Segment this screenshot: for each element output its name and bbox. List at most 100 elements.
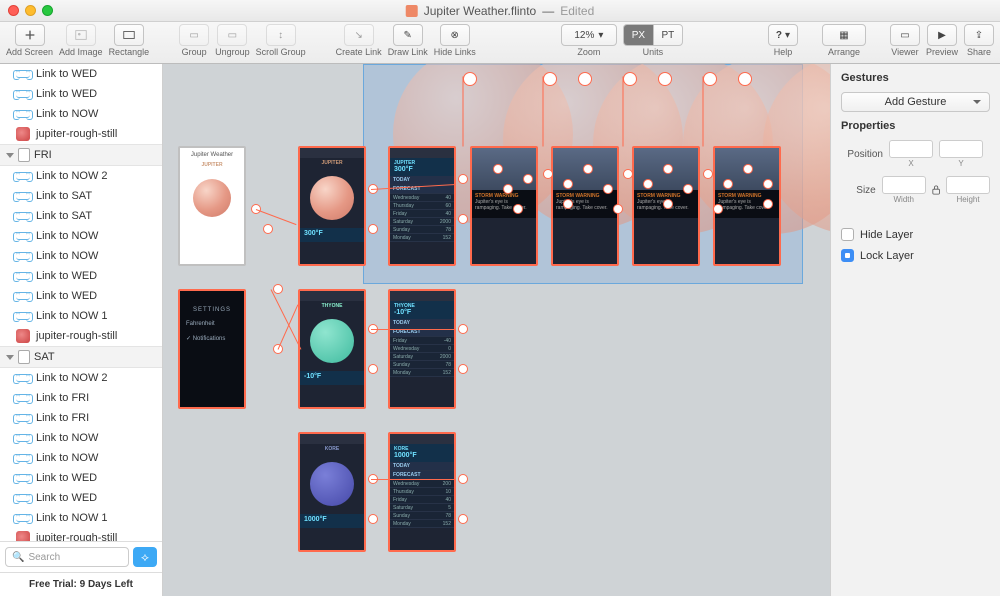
arrange-button[interactable]: ▦ (822, 24, 866, 46)
list-item[interactable]: Link to SAT (0, 206, 162, 226)
units-pt-button[interactable]: PT (653, 24, 683, 46)
link-node[interactable] (643, 179, 653, 189)
card-kore[interactable]: Kore KORE 1000°F (298, 432, 366, 552)
card-kore-detail[interactable]: Kore Det… KORE1000°F TODAYFORECASTWednes… (388, 432, 456, 552)
link-node[interactable] (543, 169, 553, 179)
link-node[interactable] (513, 204, 523, 214)
search-input[interactable]: 🔍Search (5, 547, 129, 567)
link-node[interactable] (458, 174, 468, 184)
link-node[interactable] (623, 169, 633, 179)
hide-layer-checkbox[interactable]: Hide Layer (841, 228, 990, 241)
list-item[interactable]: Link to NOW 1 (0, 508, 162, 528)
link-node[interactable] (658, 72, 672, 86)
list-item[interactable]: Link to NOW (0, 428, 162, 448)
link-node[interactable] (743, 164, 753, 174)
layer-tree[interactable]: Link to WEDLink to WEDLink to NOWjupiter… (0, 64, 162, 541)
link-node[interactable] (583, 164, 593, 174)
link-node[interactable] (458, 364, 468, 374)
link-node[interactable] (613, 204, 623, 214)
link-node[interactable] (578, 72, 592, 86)
create-link-button[interactable]: ↘ (344, 24, 374, 46)
link-node[interactable] (763, 179, 773, 189)
list-item[interactable]: Link to SAT (0, 186, 162, 206)
hide-links-button[interactable]: ⊗ (440, 24, 470, 46)
list-item[interactable]: Link to WED (0, 488, 162, 508)
link-node[interactable] (503, 184, 513, 194)
list-item[interactable]: Link to NOW 1 (0, 306, 162, 326)
card-thyone-f[interactable]: Thyone-f… THYONE-10°F TODAYFORECASTFrida… (388, 289, 456, 409)
link-node[interactable] (493, 164, 503, 174)
link-node[interactable] (263, 224, 273, 234)
link-node[interactable] (458, 214, 468, 224)
list-item[interactable]: Link to WED (0, 64, 162, 84)
card-jupiter-detail[interactable]: Jupiter-d… JUPITER300°F TODAYFORECASTWed… (388, 146, 456, 266)
link-node[interactable] (623, 72, 637, 86)
group-button[interactable]: ▭ (179, 24, 209, 46)
list-item[interactable]: jupiter-rough-still (0, 124, 162, 144)
link-node[interactable] (563, 179, 573, 189)
link-node[interactable] (723, 179, 733, 189)
list-item[interactable]: Link to FRI (0, 388, 162, 408)
list-item[interactable]: Link to NOW (0, 104, 162, 124)
link-node[interactable] (703, 169, 713, 179)
size-height-input[interactable] (946, 176, 990, 194)
link-node[interactable] (463, 72, 477, 86)
link-node[interactable] (603, 184, 613, 194)
rectangle-button[interactable] (114, 24, 144, 46)
canvas[interactable]: ⌂ Welcome Jupiter Weather JUPITER Jupite… (163, 64, 830, 596)
link-node[interactable] (663, 199, 673, 209)
close-icon[interactable] (8, 5, 19, 16)
list-item[interactable]: Link to NOW 2 (0, 166, 162, 186)
link-node[interactable] (703, 72, 717, 86)
list-item[interactable]: jupiter-rough-still (0, 326, 162, 346)
list-item[interactable]: Link to WED (0, 266, 162, 286)
group-header[interactable]: FRI (0, 144, 162, 166)
minimize-icon[interactable] (25, 5, 36, 16)
position-x-input[interactable] (889, 140, 933, 158)
list-item[interactable]: Link to FRI (0, 408, 162, 428)
link-node[interactable] (273, 284, 283, 294)
units-px-button[interactable]: PX (623, 24, 653, 46)
lock-icon[interactable] (932, 184, 940, 196)
list-item[interactable]: Link to NOW (0, 246, 162, 266)
link-node[interactable] (458, 514, 468, 524)
link-node[interactable] (458, 324, 468, 334)
link-node[interactable] (763, 199, 773, 209)
filter-links-button[interactable]: ⟡ (133, 547, 157, 567)
help-button[interactable]: ?▾ (768, 24, 798, 46)
link-node[interactable] (368, 224, 378, 234)
viewer-button[interactable]: ▭ (890, 24, 920, 46)
link-node[interactable] (523, 174, 533, 184)
maximize-icon[interactable] (42, 5, 53, 16)
link-node[interactable] (738, 72, 752, 86)
zoom-select[interactable]: 12% ▾ (561, 24, 617, 46)
lock-layer-checkbox[interactable]: Lock Layer (841, 249, 990, 262)
add-image-button[interactable] (66, 24, 96, 46)
list-item[interactable]: Link to NOW 2 (0, 368, 162, 388)
add-screen-button[interactable] (15, 24, 45, 46)
list-item[interactable]: jupiter-rough-still (0, 528, 162, 541)
link-node[interactable] (713, 204, 723, 214)
group-header[interactable]: SAT (0, 346, 162, 368)
list-item[interactable]: Link to WED (0, 84, 162, 104)
card-jupiter-home[interactable]: Jupiter-home JUPITER 300°F (298, 146, 366, 266)
add-gesture-button[interactable]: Add Gesture (841, 92, 990, 112)
ungroup-button[interactable]: ▭ (217, 24, 247, 46)
list-item[interactable]: Link to WED (0, 286, 162, 306)
list-item[interactable]: Link to NOW (0, 226, 162, 246)
draw-link-button[interactable]: ✎ (393, 24, 423, 46)
list-item[interactable]: Link to WED (0, 468, 162, 488)
link-node[interactable] (563, 199, 573, 209)
card-settings[interactable]: Settings SETTINGS Fahrenheit ✓ Notificat… (178, 289, 246, 409)
card-welcome[interactable]: ⌂ Welcome Jupiter Weather JUPITER (178, 146, 246, 266)
link-node[interactable] (683, 184, 693, 194)
position-y-input[interactable] (939, 140, 983, 158)
link-node[interactable] (458, 474, 468, 484)
size-width-input[interactable] (882, 176, 926, 194)
card-thyone[interactable]: Thyone THYONE -10°F (298, 289, 366, 409)
list-item[interactable]: Link to NOW (0, 448, 162, 468)
link-node[interactable] (543, 72, 557, 86)
scroll-group-button[interactable]: ↕ (266, 24, 296, 46)
share-button[interactable]: ⇪ (964, 24, 994, 46)
preview-button[interactable]: ▶ (927, 24, 957, 46)
